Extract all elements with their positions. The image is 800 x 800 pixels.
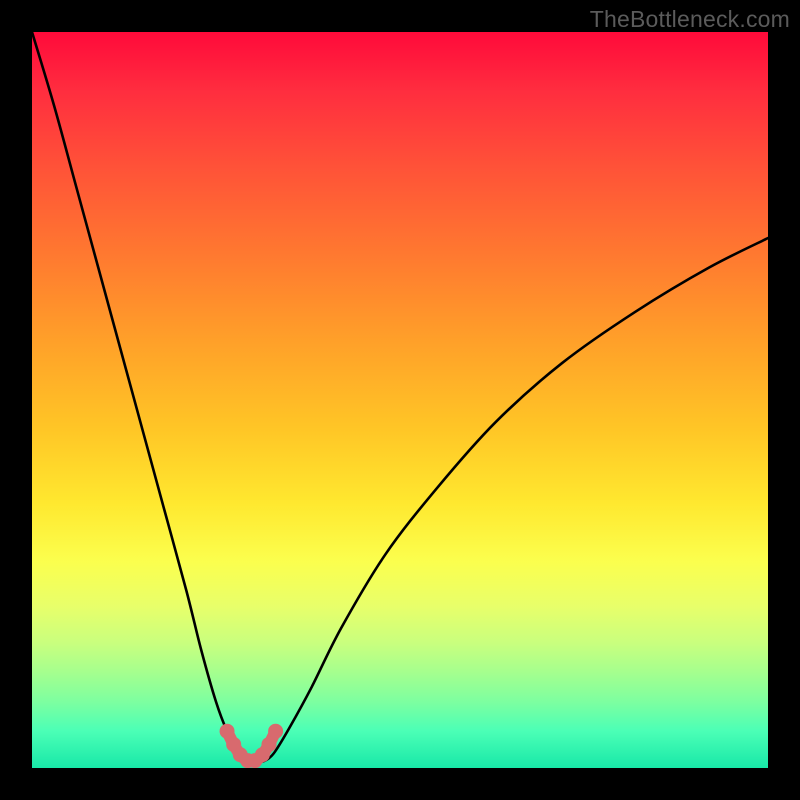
chart-frame: TheBottleneck.com	[0, 0, 800, 800]
bottleneck-curve	[32, 32, 768, 762]
near-optimum-dots	[220, 724, 284, 768]
watermark-text: TheBottleneck.com	[590, 6, 790, 33]
marker-dot	[261, 737, 276, 752]
marker-dot	[220, 724, 235, 739]
bottleneck-svg	[32, 32, 768, 768]
marker-dot	[268, 724, 283, 739]
chart-plot-area	[32, 32, 768, 768]
